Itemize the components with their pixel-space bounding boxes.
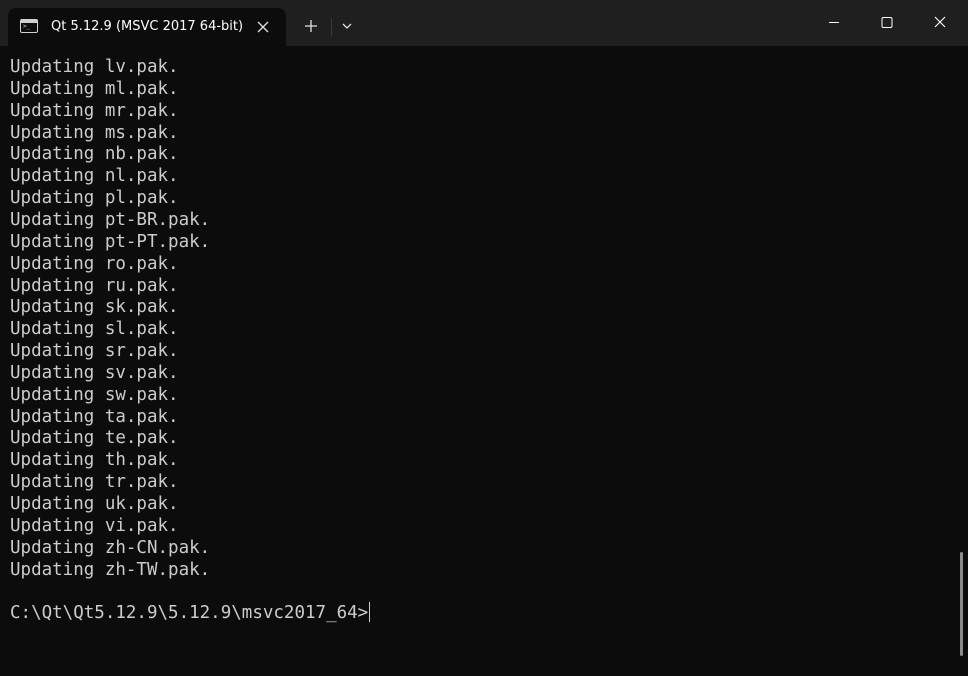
terminal-line: Updating lv.pak. bbox=[10, 57, 179, 77]
terminal-line: Updating sk.pak. bbox=[10, 297, 179, 318]
tab-title: Qt 5.12.9 (MSVC 2017 64-bit) bbox=[51, 19, 244, 34]
terminal-line: Updating nl.pak. bbox=[10, 166, 179, 187]
terminal-line: Updating nb.pak. bbox=[10, 144, 179, 165]
terminal-line: Updating sv.pak. bbox=[10, 362, 179, 383]
plus-icon bbox=[305, 20, 317, 32]
terminal-line: Updating mr.pak. bbox=[10, 100, 179, 121]
maximize-button[interactable] bbox=[864, 0, 910, 46]
minimize-icon bbox=[829, 22, 839, 23]
maximize-icon bbox=[881, 17, 893, 28]
terminal-line: Updating zh-CN.pak. bbox=[10, 537, 211, 558]
terminal-line: Updating ta.pak. bbox=[10, 406, 179, 427]
terminal-line: Updating ro.pak. bbox=[10, 253, 179, 274]
terminal-line: Updating vi.pak. bbox=[10, 515, 179, 536]
prompt-path: C:\Qt\Qt5.12.9\5.12.9\msvc2017_64> bbox=[10, 603, 369, 623]
close-window-button[interactable] bbox=[917, 0, 963, 46]
terminal-line: Updating pl.pak. bbox=[10, 188, 179, 209]
text-cursor bbox=[369, 602, 371, 622]
scrollbar-thumb[interactable] bbox=[960, 552, 963, 656]
terminal-line: Updating zh-TW.pak. bbox=[10, 559, 211, 580]
terminal-line: Updating ml.pak. bbox=[10, 78, 179, 99]
terminal-line: Updating pt-PT.pak. bbox=[10, 231, 211, 252]
terminal-line: Updating sr.pak. bbox=[10, 341, 179, 362]
command-prompt[interactable]: C:\Qt\Qt5.12.9\5.12.9\msvc2017_64> bbox=[10, 602, 371, 625]
terminal-line: Updating ru.pak. bbox=[10, 275, 179, 296]
toolbar-divider bbox=[331, 18, 332, 36]
tab-qt-terminal[interactable]: >_ Qt 5.12.9 (MSVC 2017 64-bit) bbox=[8, 8, 286, 46]
terminal-line: Updating ms.pak. bbox=[10, 122, 179, 143]
minimize-button[interactable] bbox=[811, 0, 857, 46]
terminal-line: Updating sw.pak. bbox=[10, 384, 179, 405]
terminal-line: Updating uk.pak. bbox=[10, 494, 179, 514]
close-icon bbox=[257, 21, 269, 33]
new-tab-button[interactable] bbox=[299, 14, 323, 38]
terminal-icon: >_ bbox=[20, 19, 38, 33]
tab-dropdown-button[interactable] bbox=[335, 14, 359, 38]
terminal-line: Updating tr.pak. bbox=[10, 472, 179, 493]
terminal-window: >_ Qt 5.12.9 (MSVC 2017 64-bit) Updating… bbox=[0, 0, 968, 676]
chevron-down-icon bbox=[342, 23, 352, 29]
terminal-line: Updating sl.pak. bbox=[10, 319, 179, 340]
tab-close-button[interactable] bbox=[253, 17, 273, 37]
title-bar[interactable]: >_ Qt 5.12.9 (MSVC 2017 64-bit) bbox=[0, 0, 968, 46]
terminal-line: Updating pt-BR.pak. bbox=[10, 209, 211, 230]
terminal-line: Updating te.pak. bbox=[10, 428, 179, 449]
close-icon bbox=[934, 16, 946, 28]
terminal-output[interactable]: Updating lv.pak. Updating ml.pak. Updating… bbox=[0, 46, 958, 676]
terminal-line: Updating th.pak. bbox=[10, 450, 179, 471]
